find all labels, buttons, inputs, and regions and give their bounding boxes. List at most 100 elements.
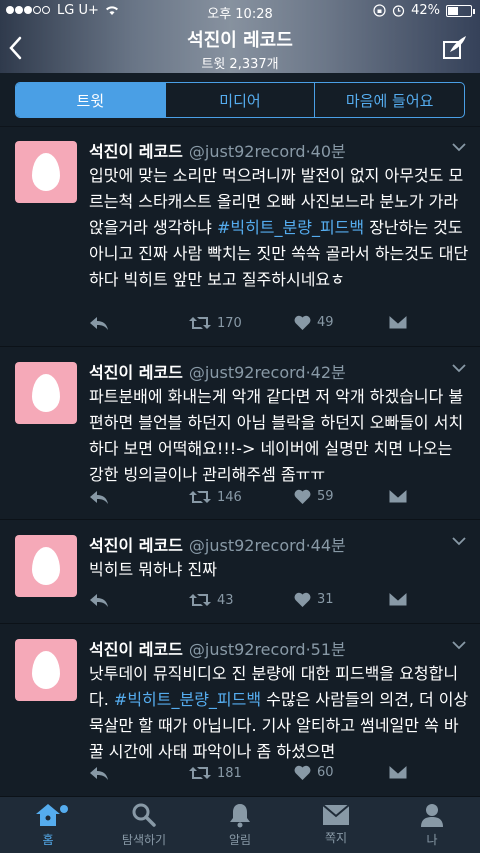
reply-icon	[90, 767, 108, 780]
tab-likes[interactable]: 마음에 들어요	[315, 83, 464, 117]
tab-messages[interactable]: 쪽지	[288, 797, 384, 853]
profile-header: LG U+ 오후 10:28 42% 석진이 레코드 트윗 2,337개	[0, 0, 480, 73]
tab-me-label: 나	[426, 833, 438, 847]
retweet-icon	[189, 491, 211, 503]
avatar[interactable]	[15, 141, 77, 203]
dm-button[interactable]	[389, 315, 407, 329]
tweet-handle: @just92record	[188, 536, 306, 555]
envelope-icon	[389, 592, 407, 606]
like-count: 31	[317, 592, 334, 607]
tweet[interactable]: 석진이 레코드 @just92record·42분 파트분배에 화내는게 악개 같…	[0, 348, 480, 520]
tweet[interactable]: 석진이 레코드 @just92record·40분 입맛에 맞는 소리만 먹으려니…	[0, 127, 480, 347]
compose-button[interactable]	[442, 34, 468, 64]
retweet-icon	[189, 317, 211, 329]
tweet-time: 40분	[310, 142, 346, 161]
rotation-lock-icon	[373, 4, 386, 17]
hashtag-link[interactable]: #빅히트_분량_피드백	[217, 218, 364, 237]
heart-icon	[294, 315, 311, 330]
retweet-count: 181	[217, 765, 242, 781]
tab-explore-label: 탐색하기	[121, 833, 167, 847]
envelope-icon	[389, 765, 407, 779]
avatar[interactable]	[15, 639, 77, 701]
chevron-down-icon[interactable]	[452, 364, 466, 373]
profile-segment-control: 트윗 미디어 마음에 들어요	[15, 82, 465, 118]
reply-button[interactable]	[89, 592, 109, 608]
tab-home-label: 홈	[42, 833, 54, 847]
chevron-down-icon[interactable]	[452, 143, 466, 152]
chevron-down-icon[interactable]	[452, 537, 466, 546]
tab-explore[interactable]: 탐색하기	[96, 797, 192, 853]
egg-icon	[32, 651, 60, 689]
tab-media[interactable]: 미디어	[166, 83, 316, 117]
tab-notifications[interactable]: 알림	[192, 797, 288, 853]
tweet[interactable]: 석진이 레코드 @just92record·44분 빅히트 뭐하냐 진짜 43 3…	[0, 521, 480, 624]
avatar[interactable]	[15, 535, 77, 597]
egg-icon	[32, 547, 60, 585]
avatar[interactable]	[15, 362, 77, 424]
tweet-count: 트윗 2,337개	[201, 57, 279, 72]
envelope-icon	[389, 489, 407, 503]
tweet-actions: 43 31	[89, 592, 469, 612]
tweet-handle: @just92record	[188, 142, 306, 161]
tweet-author-name: 석진이 레코드	[89, 363, 183, 382]
tweet[interactable]: 석진이 레코드 @just92record·51분 낫투데이 뮤직비디오 진 분량…	[0, 625, 480, 796]
reply-icon	[90, 594, 108, 607]
reply-button[interactable]	[89, 765, 109, 781]
dm-button[interactable]	[389, 765, 407, 779]
compose-icon	[443, 36, 466, 59]
search-icon	[132, 803, 156, 827]
home-icon	[36, 804, 60, 826]
battery-icon	[446, 4, 475, 17]
tab-messages-label: 쪽지	[324, 831, 348, 845]
tweet-actions: 181 60	[89, 765, 469, 785]
like-button[interactable]: 31	[294, 592, 334, 607]
like-count: 49	[317, 315, 334, 330]
tab-notifications-label: 알림	[228, 833, 252, 847]
tweet-time: 51분	[310, 640, 346, 659]
reply-icon	[90, 317, 108, 330]
like-count: 60	[317, 765, 334, 780]
chevron-down-icon[interactable]	[452, 641, 466, 650]
dm-button[interactable]	[389, 489, 407, 503]
retweet-button[interactable]: 170	[189, 315, 242, 331]
tweet-text: 파트분배에 화내는게 악개 같다면 저 악개 하겠습니다 불편하면 블언블 하던…	[89, 387, 464, 484]
retweet-button[interactable]: 43	[189, 592, 234, 608]
retweet-button[interactable]: 146	[189, 489, 242, 505]
tweet-actions: 146 59	[89, 489, 469, 509]
tweet-author-name: 석진이 레코드	[89, 536, 183, 555]
heart-icon	[294, 489, 311, 504]
status-bar: LG U+ 오후 10:28 42%	[0, 0, 480, 22]
notification-dot	[60, 805, 68, 813]
tweet-text: 입맛에 맞는 소리만 먹으려니까 발전이 없지 아무것도 모르는척 스타캐스트 …	[89, 166, 469, 289]
like-button[interactable]: 59	[294, 489, 334, 504]
alarm-icon	[392, 5, 405, 17]
like-button[interactable]: 49	[294, 315, 334, 330]
tweet-text: 낫투데이 뮤직비디오 진 분량에 대한 피드백을 요청합니다. #빅히트_분량_…	[89, 664, 469, 761]
reply-button[interactable]	[89, 315, 109, 331]
page-title: 석진이 레코드	[187, 30, 293, 51]
reply-button[interactable]	[89, 489, 109, 505]
reply-icon	[90, 491, 108, 504]
like-button[interactable]: 60	[294, 765, 334, 780]
tab-home[interactable]: 홈	[0, 797, 96, 853]
tab-me[interactable]: 나	[384, 797, 480, 853]
heart-icon	[294, 592, 311, 607]
egg-icon	[32, 374, 60, 412]
tab-tweets[interactable]: 트윗	[16, 83, 166, 117]
tweet-handle: @just92record	[188, 640, 306, 659]
retweet-icon	[189, 594, 211, 606]
like-count: 59	[317, 489, 334, 504]
hashtag-link[interactable]: #빅히트_분량_피드백	[114, 690, 261, 709]
tweet-time: 42분	[310, 363, 346, 382]
tweet-time: 44분	[310, 536, 346, 555]
person-icon	[421, 804, 443, 827]
tweet-handle: @just92record	[188, 363, 306, 382]
dm-button[interactable]	[389, 592, 407, 606]
bottom-tab-bar: 홈 탐색하기 알림 쪽지 나	[0, 796, 480, 853]
bell-icon	[230, 804, 250, 828]
retweet-count: 170	[217, 315, 242, 331]
egg-icon	[32, 153, 60, 191]
retweet-count: 43	[217, 592, 234, 608]
tweet-author-name: 석진이 레코드	[89, 142, 183, 161]
retweet-button[interactable]: 181	[189, 765, 242, 781]
